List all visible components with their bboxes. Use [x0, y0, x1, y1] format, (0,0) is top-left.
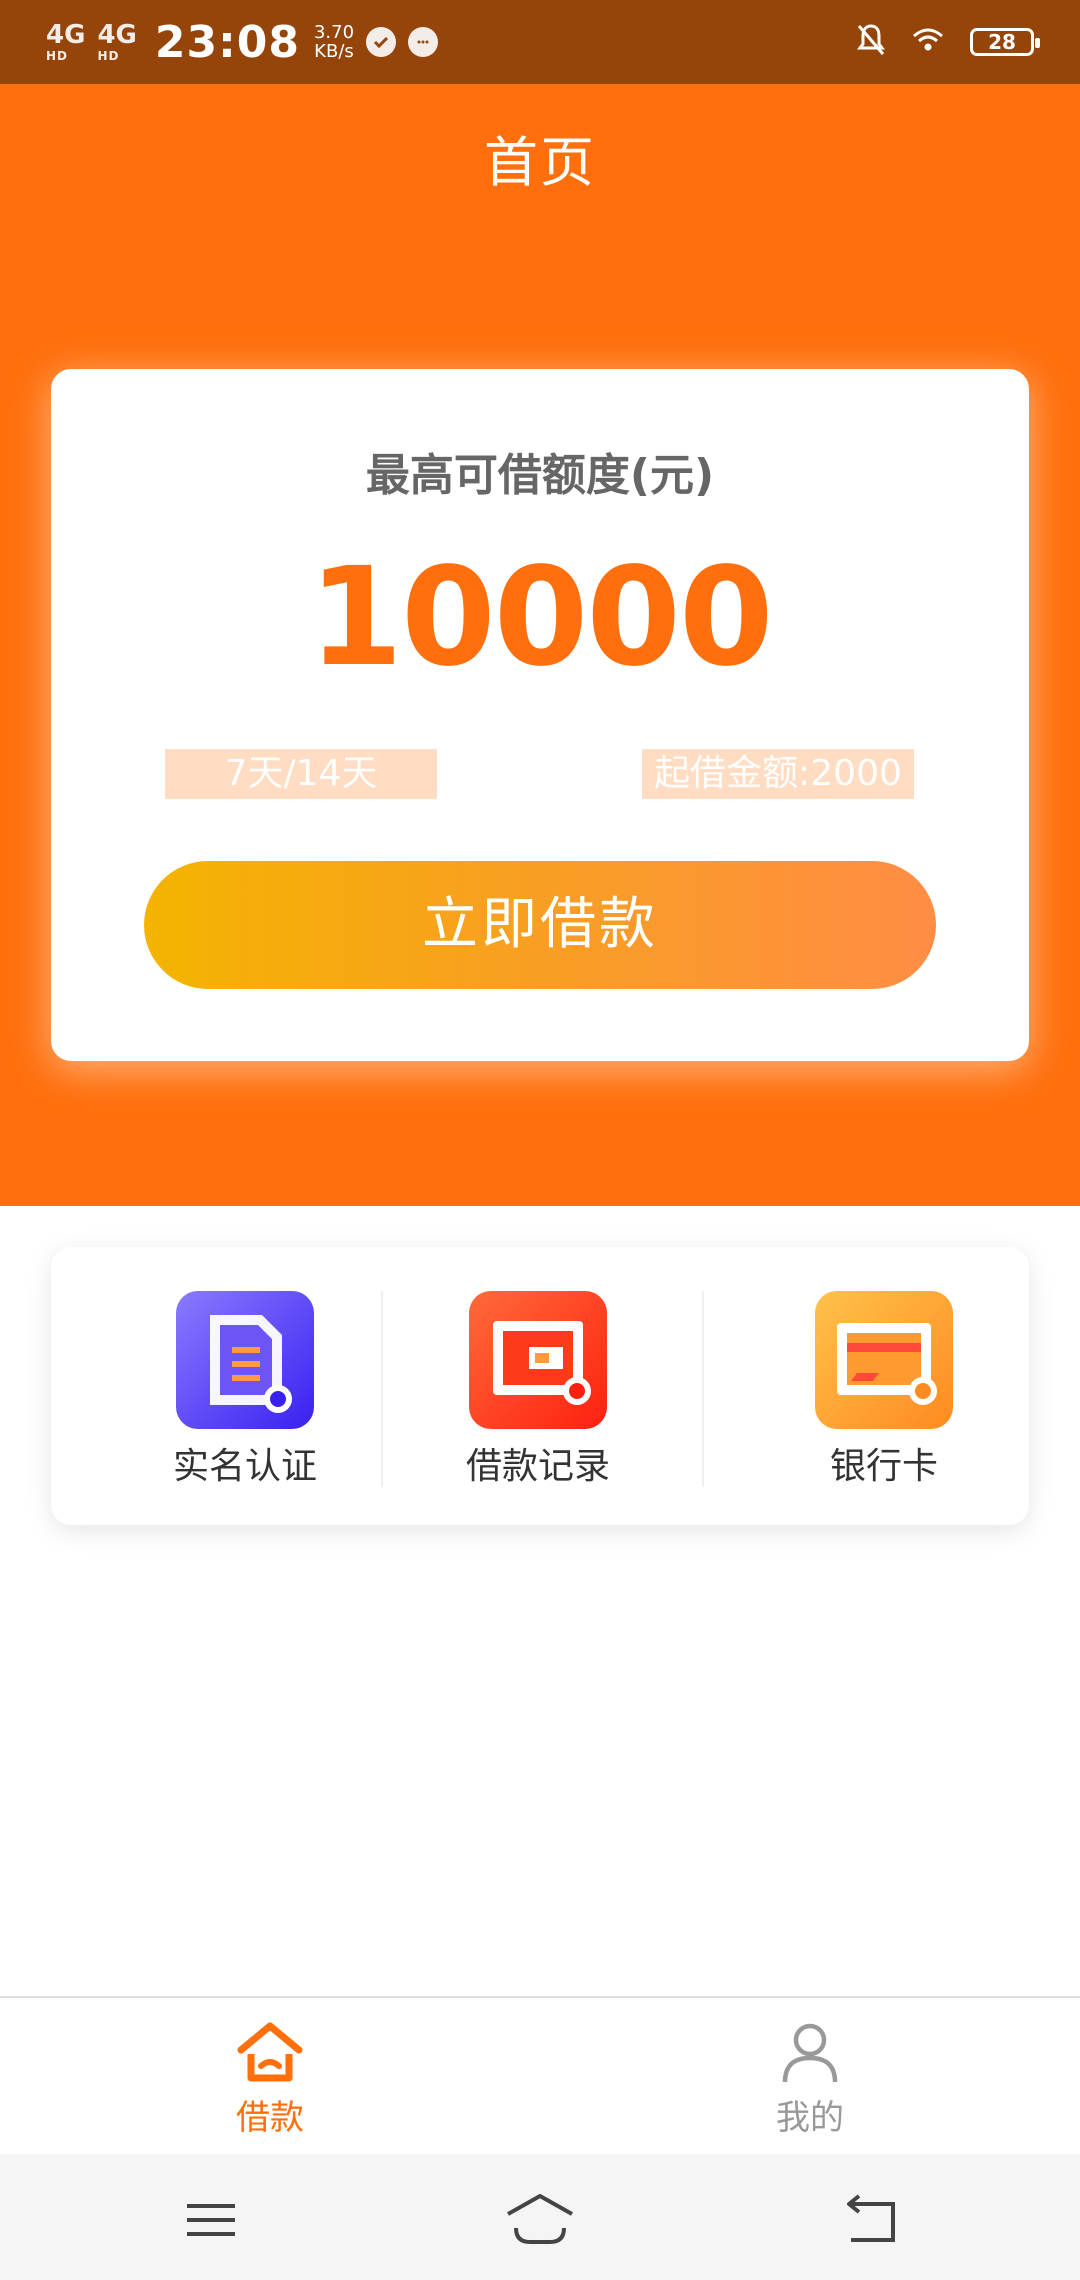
silent-icon	[856, 23, 886, 61]
action-label-real-name: 实名认证	[172, 1446, 317, 1487]
battery-icon: 28	[970, 28, 1040, 56]
speed-value: 3.70	[313, 22, 355, 43]
wifi-icon	[912, 27, 944, 57]
tab-mine[interactable]: 我的	[710, 2020, 910, 2139]
network-speed: 3.70 KB/s	[314, 23, 354, 61]
back-icon[interactable]	[829, 2190, 909, 2250]
page-title: 首页	[484, 131, 596, 194]
signal-2: 4G HD	[97, 22, 136, 62]
action-label-loan-records: 借款记录	[465, 1446, 610, 1487]
status-bar: 4G HD 4G HD 23:08 3.70 KB/s 28	[0, 0, 1080, 84]
action-loan-records[interactable]: 借款记录	[418, 1291, 658, 1489]
check-icon	[366, 27, 397, 57]
home-nav-icon[interactable]	[500, 2190, 580, 2250]
network-hd-1: HD	[46, 49, 69, 63]
bottom-tab-bar: 借款 我的	[0, 1996, 1080, 2156]
system-navigation-bar	[0, 2154, 1080, 2280]
divider	[381, 1291, 383, 1487]
credit-limit-label: 最高可借额度(元)	[365, 450, 715, 501]
status-time: 23:08	[154, 16, 300, 68]
tab-label-mine: 我的	[776, 2098, 844, 2138]
status-right: 28	[856, 14, 1040, 70]
tab-label-borrow: 借款	[236, 2098, 304, 2138]
tab-borrow[interactable]: 借款	[170, 2020, 370, 2139]
action-bank-card[interactable]: 银行卡	[764, 1291, 1004, 1489]
action-label-bank-card: 银行卡	[829, 1446, 938, 1487]
credit-limit-amount: 10000	[308, 539, 773, 697]
network-type-1: 4G	[46, 20, 86, 50]
network-hd-2: HD	[97, 49, 120, 63]
min-amount-tag: 起借金额:2000	[642, 749, 914, 799]
battery-level: 28	[988, 30, 1016, 54]
quick-actions: 实名认证 借款记录 银行卡	[51, 1247, 1029, 1525]
message-icon	[408, 27, 439, 57]
signal-1: 4G HD	[46, 22, 85, 62]
speed-unit: KB/s	[314, 41, 354, 62]
network-type-2: 4G	[97, 20, 137, 50]
bank-card-icon	[815, 1291, 953, 1429]
home-icon	[235, 2022, 305, 2088]
borrow-now-button[interactable]: 立即借款	[144, 861, 936, 989]
loan-term-tag: 7天/14天	[165, 749, 437, 799]
divider	[702, 1291, 704, 1487]
wallet-icon	[469, 1291, 607, 1429]
id-document-icon	[176, 1291, 314, 1429]
credit-card-panel: 最高可借额度(元) 10000 7天/14天 起借金额:2000 立即借款	[51, 369, 1029, 1061]
user-icon	[775, 2023, 845, 2088]
status-left: 4G HD 4G HD 23:08 3.70 KB/s	[46, 14, 439, 70]
action-real-name[interactable]: 实名认证	[125, 1291, 365, 1489]
menu-icon[interactable]	[171, 2190, 251, 2250]
